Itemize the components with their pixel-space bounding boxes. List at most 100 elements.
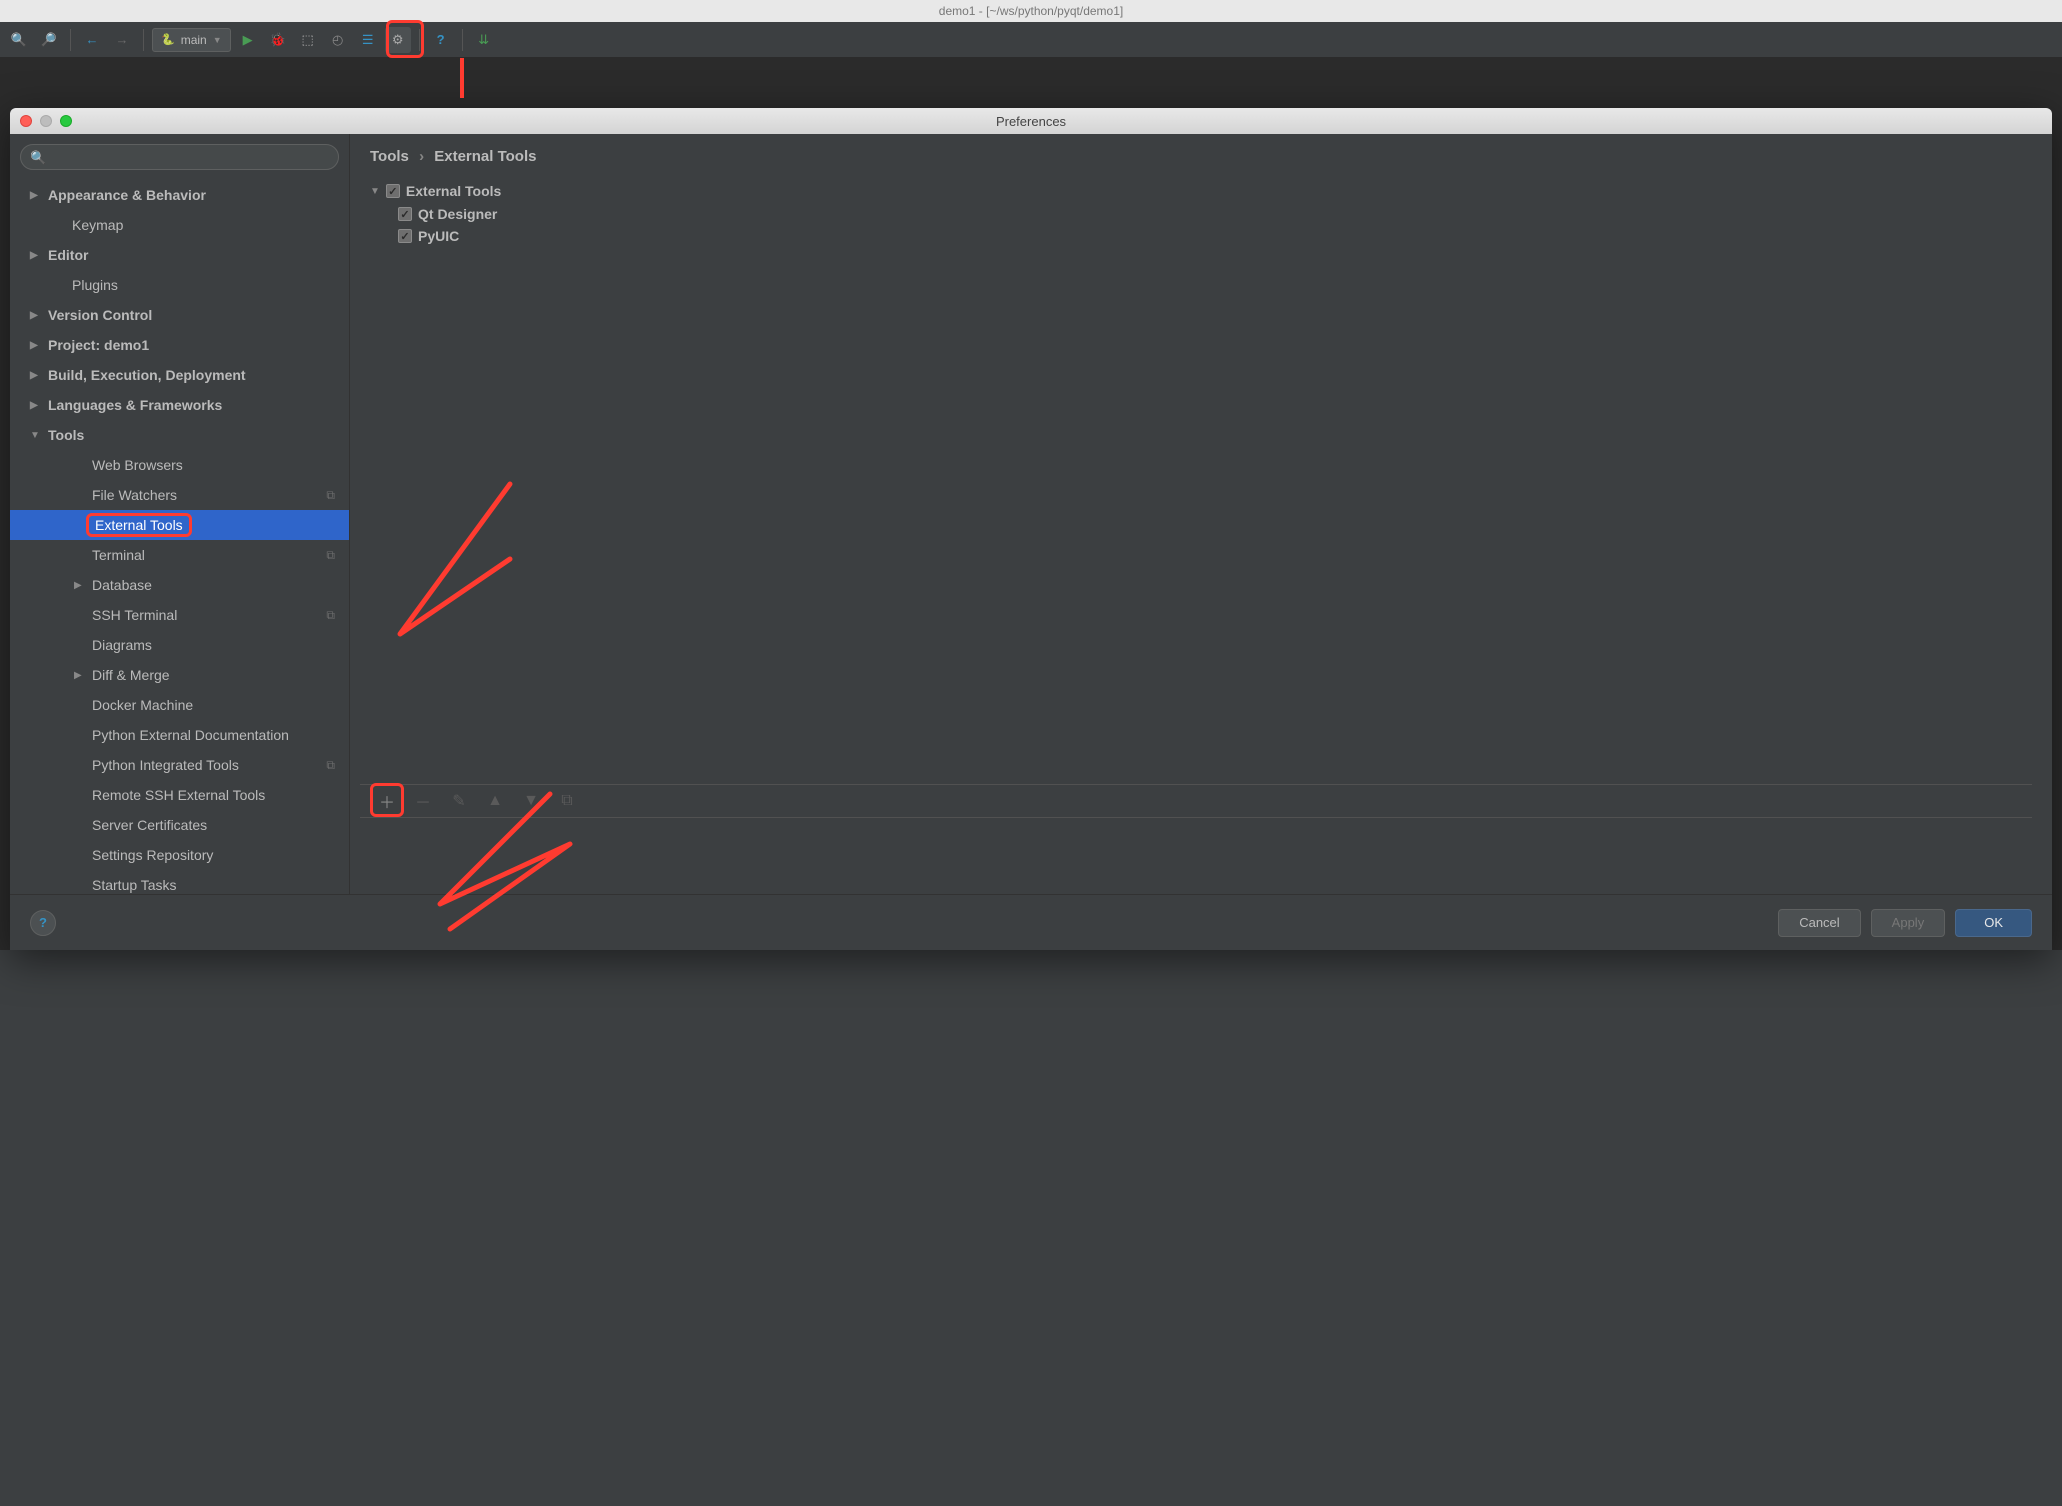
main-toolbar: 🔍 🔎 ← → 🐍 main ▼ ▶ 🐞 ⬚ ◴ ☰ ⚙ ? ⇊ [0, 22, 2062, 58]
tree-item-label: Plugins [72, 277, 118, 293]
external-tools-group[interactable]: ▼ ✓ External Tools [370, 179, 2032, 203]
coverage-icon[interactable]: ⬚ [295, 27, 321, 53]
tree-item-appearance-behavior[interactable]: ▶Appearance & Behavior [10, 180, 349, 210]
apply-button[interactable]: Apply [1871, 909, 1946, 937]
settings-tree[interactable]: ▶Appearance & BehaviorKeymap▶EditorPlugi… [10, 180, 349, 894]
app-window-title: demo1 - [~/ws/python/pyqt/demo1] [0, 0, 2062, 22]
add-tool-button[interactable]: ＋ [376, 790, 398, 812]
run-config-name: main [181, 33, 207, 47]
forward-icon[interactable]: → [109, 27, 135, 53]
back-icon[interactable]: ← [79, 27, 105, 53]
dialog-button-row: ? Cancel Apply OK [10, 894, 2052, 950]
tree-item-label: Diff & Merge [92, 667, 170, 683]
chevron-icon: ▶ [30, 190, 48, 201]
help-icon[interactable]: ? [428, 27, 454, 53]
chevron-icon: ▶ [74, 670, 92, 681]
preferences-sidebar: 🔍 ▶Appearance & BehaviorKeymap▶EditorPlu… [10, 134, 350, 894]
tree-item-terminal[interactable]: Terminal⧉ [10, 540, 349, 570]
settings-icon[interactable]: ⚙ [385, 27, 411, 53]
tree-item-build-execution-deployment[interactable]: ▶Build, Execution, Deployment [10, 360, 349, 390]
preferences-dialog: Preferences 🔍 ▶Appearance & BehaviorKeym… [10, 108, 2052, 950]
update-icon[interactable]: ⇊ [471, 27, 497, 53]
tool-label: Qt Designer [418, 206, 497, 222]
tree-item-version-control[interactable]: ▶Version Control [10, 300, 349, 330]
chevron-icon: ▶ [30, 400, 48, 411]
breadcrumb-separator: › [419, 148, 424, 165]
tree-item-python-integrated-tools[interactable]: Python Integrated Tools⧉ [10, 750, 349, 780]
search-input[interactable] [20, 144, 339, 170]
breadcrumb-root[interactable]: Tools [370, 148, 409, 165]
remove-tool-button[interactable]: － [412, 790, 434, 812]
tree-item-python-external-documentation[interactable]: Python External Documentation [10, 720, 349, 750]
tree-item-editor[interactable]: ▶Editor [10, 240, 349, 270]
run-icon[interactable]: ▶ [235, 27, 261, 53]
tree-item-keymap[interactable]: Keymap [10, 210, 349, 240]
toolbar-separator [419, 29, 420, 51]
chevron-icon: ▶ [74, 580, 92, 591]
move-up-button[interactable]: ▲ [484, 790, 506, 812]
dialog-titlebar: Preferences [10, 108, 2052, 134]
tree-item-file-watchers[interactable]: File Watchers⧉ [10, 480, 349, 510]
tree-item-label: Python Integrated Tools [92, 757, 239, 773]
tree-item-web-browsers[interactable]: Web Browsers [10, 450, 349, 480]
tree-item-plugins[interactable]: Plugins [10, 270, 349, 300]
chevron-icon: ▶ [30, 250, 48, 261]
tree-item-remote-ssh-external-tools[interactable]: Remote SSH External Tools [10, 780, 349, 810]
tree-item-languages-frameworks[interactable]: ▶Languages & Frameworks [10, 390, 349, 420]
toolbar-separator [462, 29, 463, 51]
find-class-icon[interactable]: 🔎 [36, 27, 62, 53]
tree-item-database[interactable]: ▶Database [10, 570, 349, 600]
tree-item-ssh-terminal[interactable]: SSH Terminal⧉ [10, 600, 349, 630]
cancel-button[interactable]: Cancel [1778, 909, 1860, 937]
tree-item-label: Languages & Frameworks [48, 397, 222, 413]
tree-item-label: Settings Repository [92, 847, 213, 863]
tree-item-diagrams[interactable]: Diagrams [10, 630, 349, 660]
profile-icon[interactable]: ◴ [325, 27, 351, 53]
tree-item-label: SSH Terminal [92, 607, 177, 623]
tree-item-server-certificates[interactable]: Server Certificates [10, 810, 349, 840]
tree-item-docker-machine[interactable]: Docker Machine [10, 690, 349, 720]
tool-checkbox[interactable]: ✓ [398, 229, 412, 243]
tree-item-label: Web Browsers [92, 457, 183, 473]
tree-item-external-tools[interactable]: External Tools [10, 510, 349, 540]
ok-button[interactable]: OK [1955, 909, 2032, 937]
chevron-icon: ▶ [30, 370, 48, 381]
external-tool-item[interactable]: ✓ PyUIC [370, 225, 2032, 247]
toolbar-separator [143, 29, 144, 51]
search-icon[interactable]: 🔍 [6, 27, 32, 53]
concurrency-icon[interactable]: ☰ [355, 27, 381, 53]
editor-backdrop: Preferences 🔍 ▶Appearance & BehaviorKeym… [0, 58, 2062, 950]
move-down-button[interactable]: ▼ [520, 790, 542, 812]
group-checkbox[interactable]: ✓ [386, 184, 400, 198]
tree-item-label: Docker Machine [92, 697, 193, 713]
annotation-box-2: External Tools [86, 513, 192, 537]
external-tool-item[interactable]: ✓ Qt Designer [370, 203, 2032, 225]
tree-item-label: Keymap [72, 217, 123, 233]
chevron-down-icon: ▼ [370, 186, 380, 197]
tool-checkbox[interactable]: ✓ [398, 207, 412, 221]
tree-item-label: File Watchers [92, 487, 177, 503]
tree-item-label: Build, Execution, Deployment [48, 367, 246, 383]
run-config-selector[interactable]: 🐍 main ▼ [152, 28, 231, 52]
tree-item-startup-tasks[interactable]: Startup Tasks [10, 870, 349, 894]
edit-tool-button[interactable]: ✎ [448, 790, 470, 812]
debug-icon[interactable]: 🐞 [265, 27, 291, 53]
tree-item-label: Appearance & Behavior [48, 187, 206, 203]
tree-item-label: Terminal [92, 547, 145, 563]
external-tools-tree[interactable]: ▼ ✓ External Tools ✓ Qt Designer ✓ PyUIC [350, 175, 2052, 251]
tree-item-label: Diagrams [92, 637, 152, 653]
tree-item-label: Server Certificates [92, 817, 207, 833]
tool-label: PyUIC [418, 228, 459, 244]
copy-tool-button[interactable]: ⧉ [556, 790, 578, 812]
chevron-icon: ▶ [30, 340, 48, 351]
tree-item-label: Version Control [48, 307, 152, 323]
tree-item-diff-merge[interactable]: ▶Diff & Merge [10, 660, 349, 690]
toolbar-separator [70, 29, 71, 51]
help-button[interactable]: ? [30, 910, 56, 936]
breadcrumb: Tools › External Tools [350, 134, 2052, 175]
tree-item-project-demo1[interactable]: ▶Project: demo1 [10, 330, 349, 360]
breadcrumb-leaf: External Tools [434, 148, 536, 165]
tree-item-settings-repository[interactable]: Settings Repository [10, 840, 349, 870]
tree-item-label: Database [92, 577, 152, 593]
tree-item-tools[interactable]: ▼Tools [10, 420, 349, 450]
